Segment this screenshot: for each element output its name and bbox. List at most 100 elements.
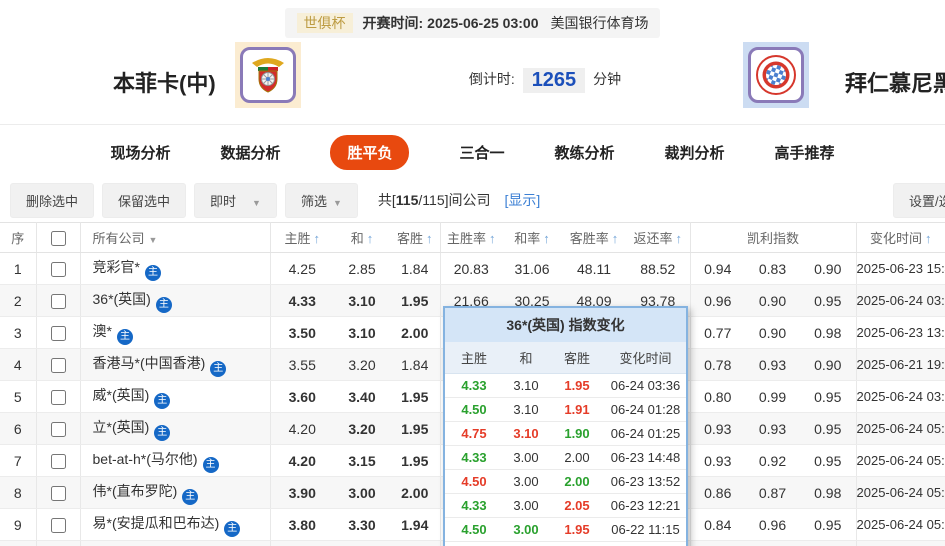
popup-change-time: 06-23 14:48	[605, 450, 686, 465]
odds-away: 1.95	[390, 413, 440, 445]
show-link[interactable]: [显示]	[505, 190, 541, 210]
tab-live-analysis[interactable]: 现场分析	[110, 142, 170, 163]
company-cell: 伟*(直布罗陀)主	[80, 477, 270, 509]
company-name-link[interactable]: 伟*(直布罗陀)	[93, 483, 178, 499]
popup-col-away: 客胜	[549, 348, 605, 367]
row-checkbox[interactable]	[51, 422, 66, 437]
kelly-draw: 0.99	[745, 381, 800, 413]
col-header-kelly: 凯利指数	[690, 223, 856, 253]
benfica-crest-icon	[246, 53, 290, 97]
col-header-away-odds[interactable]: 客胜↑	[390, 223, 440, 253]
kelly-draw: 0.96	[745, 509, 800, 541]
company-name-link[interactable]: 澳*	[93, 323, 112, 339]
col-header-away-rate[interactable]: 客胜率↑	[562, 223, 626, 253]
tab-data-analysis[interactable]: 数据分析	[220, 142, 280, 163]
col-header-company[interactable]: 所有公司▼	[80, 223, 270, 253]
kelly-draw: 0.93	[745, 413, 800, 445]
company-name-link[interactable]: bet-at-h*(马尔他)	[93, 451, 198, 467]
col-header-draw-odds[interactable]: 和↑	[334, 223, 390, 253]
col-header-draw-rate[interactable]: 和率↑	[502, 223, 562, 253]
col-header-change-time[interactable]: 变化时间↑	[856, 223, 945, 253]
rate-return: 88.52	[626, 253, 690, 285]
popup-odds-away: 2.00	[549, 474, 605, 489]
kelly-draw: 0.90	[745, 285, 800, 317]
popup-odds-draw: 3.10	[503, 378, 549, 393]
odds-home: 4.20	[270, 445, 334, 477]
row-index: 6	[0, 413, 36, 445]
home-team-logo	[235, 42, 301, 108]
popup-odds-home: 4.33	[445, 378, 503, 393]
instant-odds-dropdown[interactable]: 即时▼	[194, 183, 277, 218]
tab-expert-recommend[interactable]: 高手推荐	[775, 142, 835, 163]
row-checkbox-cell	[36, 509, 80, 541]
count-prefix: 共[	[378, 192, 396, 208]
popup-odds-draw: 3.10	[503, 426, 549, 441]
row-checkbox[interactable]	[51, 326, 66, 341]
company-cell	[80, 541, 270, 546]
tab-three-in-one[interactable]: 三合一	[459, 142, 504, 163]
sort-asc-icon: ↑	[367, 231, 374, 246]
return-rate-label: 返还率	[633, 231, 672, 246]
row-checkbox-cell	[36, 381, 80, 413]
kelly-draw: 0.93	[745, 349, 800, 381]
odds-away: 1.84	[390, 349, 440, 381]
instant-odds-label: 即时	[210, 194, 236, 209]
company-cell: 香港马*(中国香港)主	[80, 349, 270, 381]
company-name-link[interactable]: 香港马*(中国香港)	[93, 355, 206, 371]
tab-bar: 现场分析 数据分析 胜平负 三合一 教练分析 裁判分析 高手推荐	[0, 124, 945, 180]
row-checkbox[interactable]	[51, 294, 66, 309]
odds-home: 4.20	[270, 413, 334, 445]
odds-draw: 3.20	[334, 349, 390, 381]
keep-selected-button[interactable]: 保留选中	[102, 183, 186, 218]
change-time: 2025-06-24 03:36	[856, 285, 945, 317]
col-header-home-odds[interactable]: 主胜↑	[270, 223, 334, 253]
kickoff-label: 开赛时间:	[363, 15, 424, 31]
odds-draw: 3.15	[334, 445, 390, 477]
row-index	[0, 541, 36, 546]
countdown-label: 倒计时:	[469, 71, 515, 87]
company-name-link[interactable]: 威*(英国)	[93, 387, 150, 403]
row-checkbox[interactable]	[51, 486, 66, 501]
popup-odds-away: 2.00	[549, 450, 605, 465]
popup-change-time: 06-23 13:52	[605, 474, 686, 489]
delete-selected-button[interactable]: 删除选中	[10, 183, 94, 218]
select-all-checkbox[interactable]	[51, 231, 66, 246]
tab-referee-analysis[interactable]: 裁判分析	[665, 142, 725, 163]
tab-win-draw-lose[interactable]: 胜平负	[330, 135, 409, 170]
sort-asc-icon: ↑	[925, 231, 932, 246]
company-name-link[interactable]: 立*(英国)	[93, 419, 150, 435]
company-name-link[interactable]: 36*(英国)	[93, 291, 151, 307]
popup-row: 4.50 3.00 1.95 06-22 11:15	[445, 518, 686, 542]
odds-change-popup: 36*(英国) 指数变化 主胜 和 客胜 变化时间 4.33 3.10 1.95…	[443, 306, 688, 546]
row-checkbox[interactable]	[51, 390, 66, 405]
popup-odds-away: 1.91	[549, 402, 605, 417]
company-name-link[interactable]: 易*(安提瓜和巴布达)	[93, 515, 220, 531]
popup-odds-away: 1.90	[549, 426, 605, 441]
home-team-name: 本菲卡(中)	[113, 66, 216, 98]
col-header-home-rate[interactable]: 主胜率↑	[440, 223, 502, 253]
row-checkbox[interactable]	[51, 454, 66, 469]
company-name-link[interactable]: 竞彩官*	[93, 259, 140, 275]
odds-home: 3.80	[270, 509, 334, 541]
odds-draw: 2.85	[334, 253, 390, 285]
odds-draw: 3.10	[334, 317, 390, 349]
filter-dropdown[interactable]: 筛选▼	[285, 183, 358, 218]
row-checkbox[interactable]	[51, 262, 66, 277]
company-cell: 威*(英国)主	[80, 381, 270, 413]
home-odds-label: 主胜	[284, 231, 310, 246]
chevron-down-icon: ▼	[333, 198, 342, 208]
tab-coach-analysis[interactable]: 教练分析	[555, 142, 615, 163]
change-time: 2025-06-24 05:10	[856, 477, 945, 509]
change-time: 2025-06-24 05:14	[856, 413, 945, 445]
row-checkbox[interactable]	[51, 518, 66, 533]
row-checkbox[interactable]	[51, 358, 66, 373]
row-index: 7	[0, 445, 36, 477]
odds-home: 4.25	[270, 253, 334, 285]
company-cell: 36*(英国)主	[80, 285, 270, 317]
col-header-return-rate[interactable]: 返还率↑	[626, 223, 690, 253]
change-time: 2025-06-24 05:12	[856, 509, 945, 541]
odds-away: 1.95	[390, 381, 440, 413]
away-odds-label: 客胜	[397, 231, 423, 246]
settings-select-button[interactable]: 设置/选择	[893, 183, 945, 218]
odds-home: 4.33	[270, 285, 334, 317]
